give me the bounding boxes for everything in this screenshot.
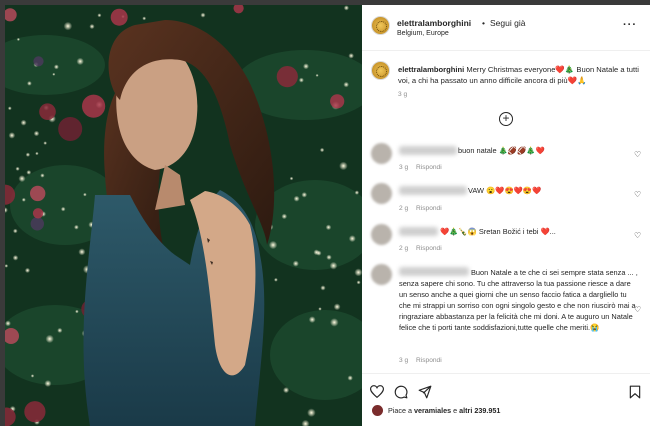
comment-avatar[interactable] bbox=[371, 143, 392, 164]
author-username[interactable]: elettralamborghini bbox=[397, 18, 471, 28]
reply-button[interactable]: Rispondi bbox=[416, 357, 442, 364]
post-modal: elettralamborghini • Segui già Belgium, … bbox=[0, 0, 650, 426]
comment-time[interactable]: 2 g bbox=[399, 245, 408, 252]
follow-button[interactable]: Segui già bbox=[490, 18, 525, 28]
post-details-panel: elettralamborghini • Segui già Belgium, … bbox=[362, 5, 650, 426]
comment-time[interactable]: 3 g bbox=[399, 164, 408, 171]
plus-circle-icon[interactable]: + bbox=[499, 112, 513, 126]
comment-avatar[interactable] bbox=[371, 224, 392, 245]
comment-icon[interactable] bbox=[394, 385, 408, 401]
liker-avatar[interactable] bbox=[372, 405, 383, 416]
likes-middle: e bbox=[453, 406, 458, 415]
caption-avatar[interactable] bbox=[371, 61, 390, 80]
comment-text: Buon Natale a te che ci sei sempre stata… bbox=[399, 268, 638, 332]
post-header: elettralamborghini • Segui già Belgium, … bbox=[362, 5, 650, 51]
likes-user[interactable]: veramiales bbox=[414, 406, 451, 415]
comment-avatar[interactable] bbox=[371, 183, 392, 204]
comment-avatar[interactable] bbox=[371, 264, 392, 285]
blurred-username bbox=[399, 227, 438, 236]
post-caption: elettralamborghini Merry Christmas every… bbox=[398, 64, 642, 86]
heart-icon[interactable] bbox=[369, 385, 385, 400]
comment-time[interactable]: 3 g bbox=[399, 357, 408, 364]
separator-dot: • bbox=[482, 18, 485, 28]
comment-text: VAW 😮❤️😍❤️😍❤️ bbox=[468, 186, 542, 195]
author-avatar[interactable] bbox=[371, 16, 390, 35]
reply-button[interactable]: Rispondi bbox=[416, 245, 442, 252]
comment-like-icon[interactable]: ♡ bbox=[634, 231, 641, 240]
bookmark-icon[interactable] bbox=[629, 385, 641, 401]
comment-text: ❤️🎄🍾😱 Sretan Božić i tebi ❤️... bbox=[440, 227, 556, 236]
post-photo[interactable] bbox=[5, 5, 362, 426]
caption-time[interactable]: 3 g bbox=[398, 91, 407, 98]
reply-button[interactable]: Rispondi bbox=[416, 164, 442, 171]
comment-like-icon[interactable]: ♡ bbox=[634, 190, 641, 199]
comment-like-icon[interactable]: ♡ bbox=[634, 150, 641, 159]
likes-summary[interactable]: Piace a veramiales e altri 239.951 bbox=[388, 406, 500, 415]
likes-others[interactable]: altri 239.951 bbox=[459, 406, 500, 415]
christmas-tree-photo bbox=[5, 5, 362, 426]
caption-username[interactable]: elettralamborghini bbox=[398, 65, 464, 74]
close-icon[interactable] bbox=[626, 10, 640, 29]
blurred-username bbox=[399, 186, 467, 195]
reply-button[interactable]: Rispondi bbox=[416, 205, 442, 212]
blurred-username bbox=[399, 146, 457, 155]
action-bar bbox=[362, 373, 650, 426]
likes-prefix: Piace a bbox=[388, 406, 412, 415]
send-icon[interactable] bbox=[418, 385, 432, 401]
comment-text: buon natale 🎄🏈🏈🎄❤️ bbox=[458, 146, 545, 155]
comment-time[interactable]: 2 g bbox=[399, 205, 408, 212]
post-location[interactable]: Belgium, Europe bbox=[397, 30, 449, 37]
comment-like-icon[interactable]: ♡ bbox=[634, 305, 641, 314]
